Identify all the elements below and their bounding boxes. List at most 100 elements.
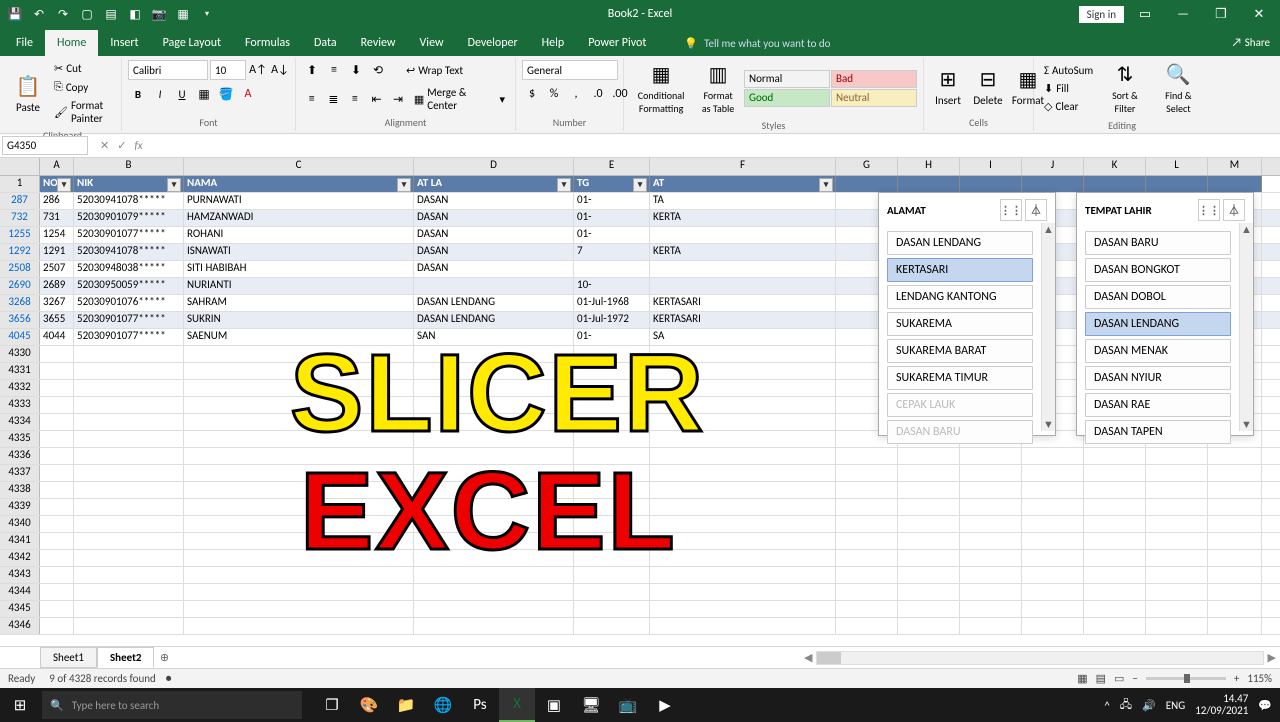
cell[interactable]: 4044 — [40, 329, 74, 345]
slicer-item[interactable]: DASAN NYIUR — [1085, 366, 1231, 390]
cell[interactable]: 3655 — [40, 312, 74, 328]
cell[interactable] — [74, 601, 184, 617]
slicer[interactable]: TEMPAT LAHIR⋮⋮⏃DASAN BARUDASAN BONGKOTDA… — [1076, 192, 1254, 436]
cell[interactable] — [650, 533, 836, 549]
slicer-item[interactable]: CEPAK LAUK — [887, 393, 1033, 417]
taskbar-app-icon[interactable]: 🖥 — [573, 688, 609, 722]
macro-record-icon[interactable]: ⏺ — [166, 672, 172, 686]
cell[interactable]: 52030901077***** — [74, 227, 184, 243]
row-header[interactable]: 4341 — [0, 533, 40, 549]
qat-more-icon[interactable]: ▾ — [196, 3, 218, 25]
tray-chevron-icon[interactable]: ^ — [1104, 699, 1109, 712]
cell[interactable] — [898, 482, 960, 498]
cell[interactable] — [74, 380, 184, 396]
taskbar-app-icon[interactable]: Ps — [462, 688, 498, 722]
row-header[interactable]: 732 — [0, 210, 40, 226]
cell[interactable] — [1084, 584, 1146, 600]
cell[interactable]: 01- — [574, 227, 650, 243]
column-header[interactable]: I — [960, 158, 1022, 175]
clear-filter-icon[interactable]: ⏃ — [1025, 199, 1047, 221]
autosum-button[interactable]: Σ AutoSum — [1040, 62, 1097, 79]
dec-inc-icon[interactable]: .0 — [588, 84, 608, 104]
cell[interactable]: PURNAWATI — [184, 193, 414, 209]
cell[interactable] — [898, 550, 960, 566]
qat-icon[interactable]: ◧ — [124, 3, 146, 25]
orientation-icon[interactable]: ⟲ — [368, 60, 388, 80]
cell[interactable]: 1291 — [40, 244, 74, 260]
cell[interactable] — [1208, 567, 1262, 583]
cell-styles-gallery[interactable]: Normal Bad Good Neutral — [744, 70, 917, 107]
taskbar-app-icon[interactable]: ▶ — [647, 688, 683, 722]
name-box[interactable] — [2, 136, 88, 155]
row-header[interactable]: 4045 — [0, 329, 40, 345]
cell[interactable] — [960, 567, 1022, 583]
taskbar-app-icon[interactable]: ▣ — [536, 688, 572, 722]
cell[interactable] — [898, 448, 960, 464]
cell[interactable] — [184, 601, 414, 617]
cell[interactable] — [650, 550, 836, 566]
slicer-item[interactable]: SUKAREMA TIMUR — [887, 366, 1033, 390]
row-header[interactable]: 4343 — [0, 567, 40, 583]
cell[interactable] — [574, 261, 650, 277]
cell[interactable] — [960, 618, 1022, 634]
taskbar-app-icon[interactable]: 🎨 — [351, 688, 387, 722]
taskbar-app-icon[interactable]: 📺 — [610, 688, 646, 722]
cell[interactable] — [1022, 601, 1084, 617]
cell[interactable]: 286 — [40, 193, 74, 209]
align-left-icon[interactable]: ≡ — [302, 89, 322, 109]
cell[interactable]: NIK — [74, 176, 184, 192]
number-format-select[interactable] — [522, 60, 618, 80]
format-table-button[interactable]: ▥Format as Table — [696, 60, 740, 117]
cell[interactable] — [960, 499, 1022, 515]
fill-color-button[interactable]: 🪣 — [216, 84, 236, 104]
slicer-item[interactable]: DASAN BARU — [1085, 231, 1231, 255]
cell[interactable]: AT LA — [414, 176, 574, 192]
cell[interactable] — [1084, 550, 1146, 566]
row-header[interactable]: 1 — [0, 176, 40, 192]
cell[interactable] — [1084, 465, 1146, 481]
wrap-text-button[interactable]: ↩ Wrap Text — [402, 62, 467, 79]
cell[interactable] — [960, 601, 1022, 617]
align-bottom-icon[interactable]: ⬇ — [346, 60, 366, 80]
cell[interactable] — [74, 346, 184, 362]
row-header[interactable]: 3656 — [0, 312, 40, 328]
cell[interactable] — [1146, 550, 1208, 566]
style-bad[interactable]: Bad — [831, 70, 917, 88]
taskbar-app-icon[interactable]: 📁 — [388, 688, 424, 722]
cell[interactable] — [836, 533, 898, 549]
row-header[interactable]: 4336 — [0, 448, 40, 464]
column-header[interactable]: J — [1022, 158, 1084, 175]
tab-file[interactable]: File — [4, 30, 45, 56]
cell[interactable]: 3267 — [40, 295, 74, 311]
cell[interactable]: NAMA — [184, 176, 414, 192]
cell[interactable] — [40, 465, 74, 481]
cell[interactable] — [414, 618, 574, 634]
formula-input[interactable] — [153, 144, 1280, 148]
cell[interactable] — [40, 380, 74, 396]
format-painter-button[interactable]: 🖌Format Painter — [50, 97, 115, 127]
cell[interactable]: AT — [650, 176, 836, 192]
slicer-item[interactable]: SUKAREMA BARAT — [887, 339, 1033, 363]
tab-power-pivot[interactable]: Power Pivot — [576, 30, 658, 56]
row-header[interactable]: 1255 — [0, 227, 40, 243]
row-header[interactable]: 4337 — [0, 465, 40, 481]
cell[interactable] — [1084, 482, 1146, 498]
cell[interactable] — [960, 550, 1022, 566]
cell[interactable] — [898, 584, 960, 600]
column-header[interactable]: D — [414, 158, 574, 175]
close-icon[interactable]: ✕ — [1242, 0, 1276, 28]
cell[interactable]: 01-Jul-1972 — [574, 312, 650, 328]
bold-button[interactable]: B — [128, 84, 148, 104]
cell[interactable] — [1146, 176, 1208, 192]
tray-lang-icon[interactable]: ENG — [1166, 699, 1185, 712]
cell[interactable] — [74, 618, 184, 634]
cell[interactable] — [74, 431, 184, 447]
cell[interactable] — [1084, 533, 1146, 549]
cell[interactable] — [836, 482, 898, 498]
cell[interactable] — [1208, 533, 1262, 549]
tab-home[interactable]: Home — [45, 30, 98, 56]
row-header[interactable]: 4332 — [0, 380, 40, 396]
cell[interactable]: 01-Jul-1968 — [574, 295, 650, 311]
row-header[interactable]: 4331 — [0, 363, 40, 379]
cell[interactable] — [650, 261, 836, 277]
